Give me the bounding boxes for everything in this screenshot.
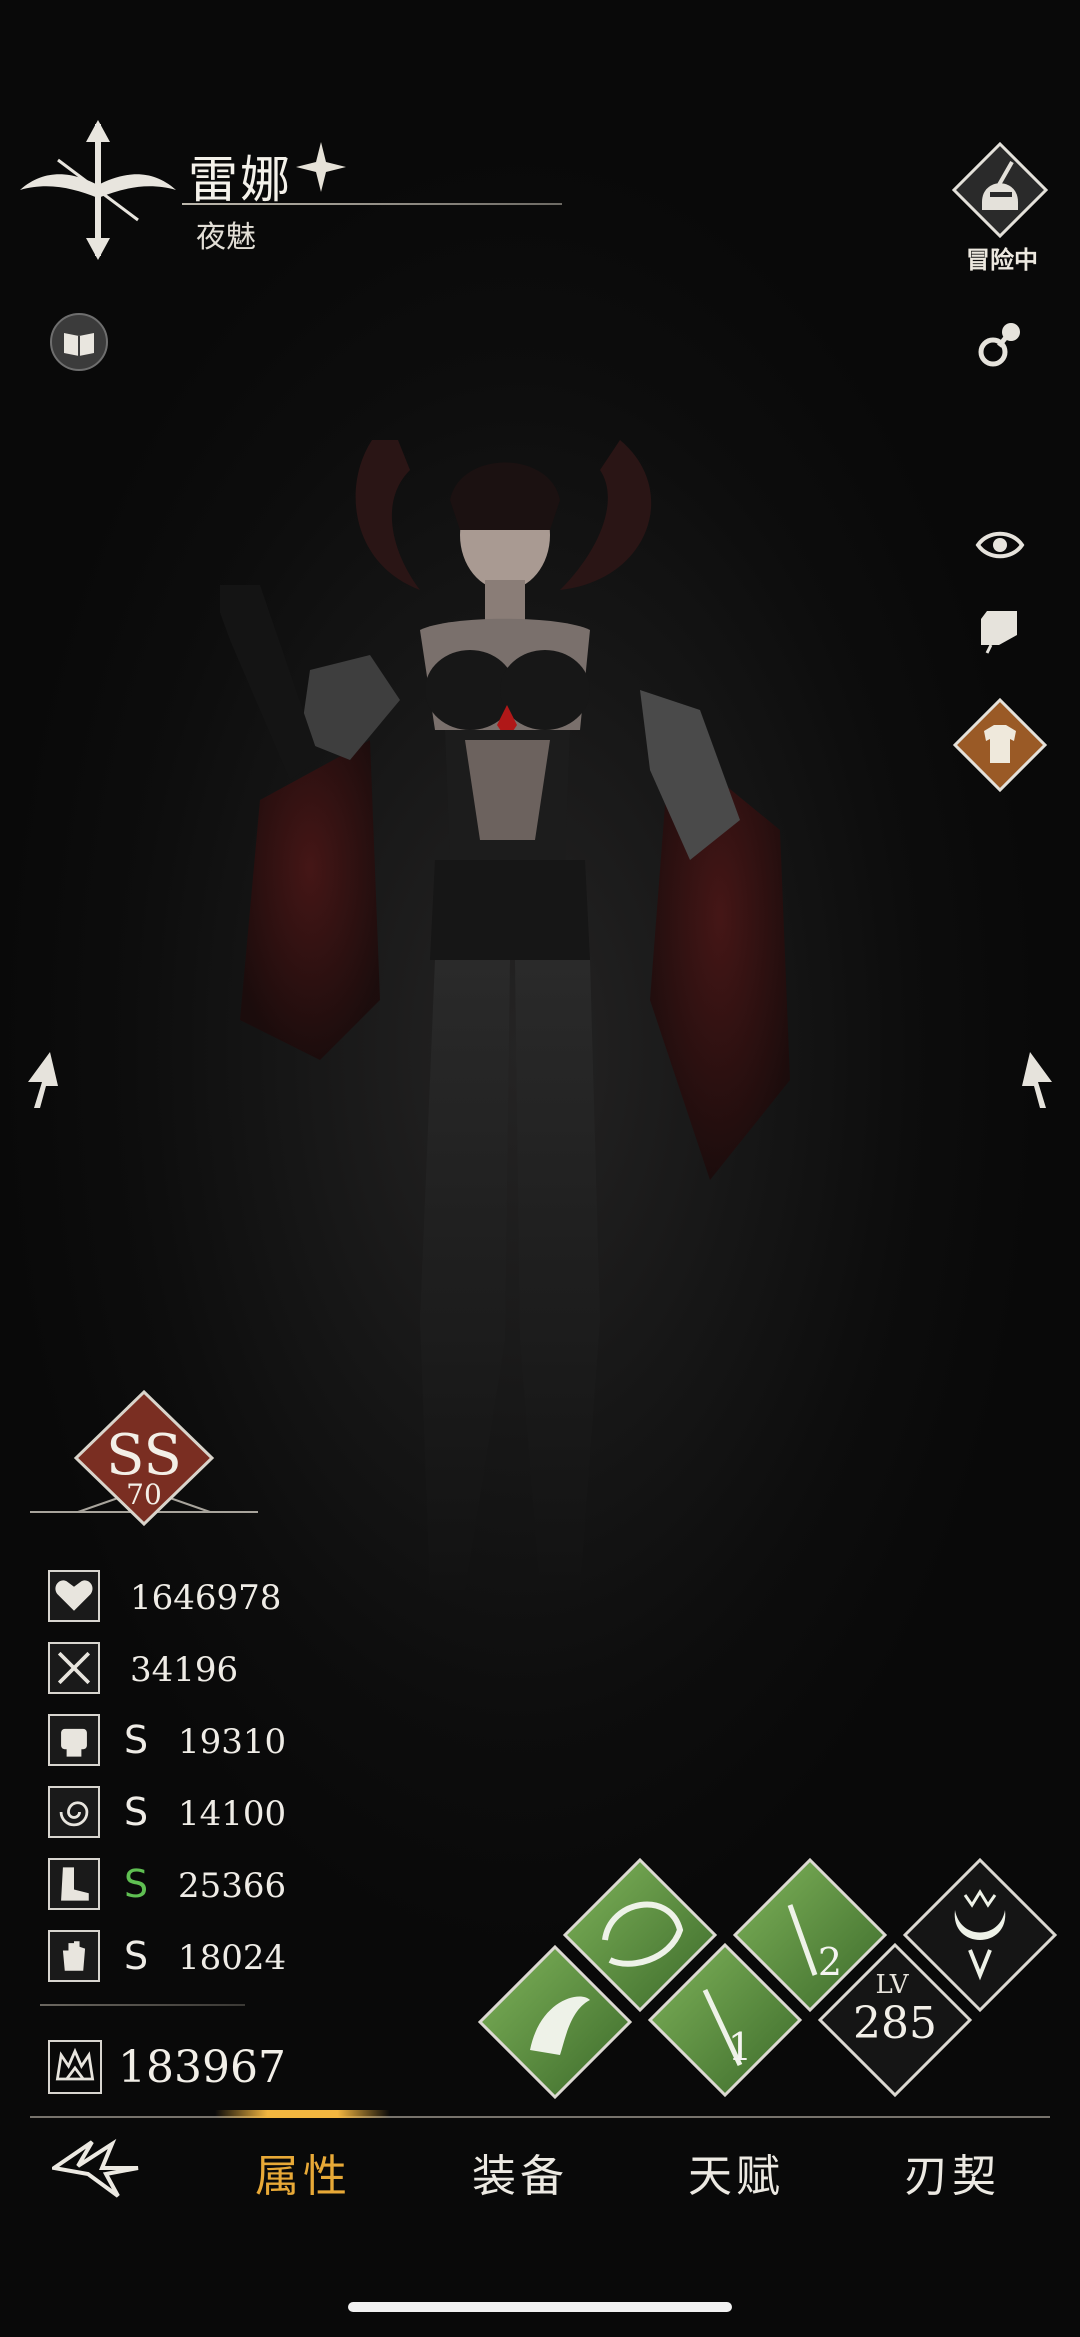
- stat-row-stamina: S 18024: [48, 1930, 348, 1986]
- previous-hero-arrow-icon[interactable]: [20, 1050, 64, 1110]
- name-underline-divider: [182, 203, 562, 205]
- combat-power-crown-icon: [48, 2040, 102, 2094]
- stat-grade: S: [124, 1934, 149, 1978]
- tab-equipment[interactable]: 装备: [472, 2140, 568, 2204]
- bottom-nav-divider: [30, 2116, 1050, 2118]
- tab-blade-pact[interactable]: 刃契: [904, 2140, 1000, 2204]
- level-value: 285: [853, 1998, 937, 2049]
- stat-value: 18024: [178, 1938, 287, 1978]
- hero-detail-screen: 雷娜 夜魅 冒险中 SS 70 1646978 34196 S 19310 S …: [0, 0, 1080, 2337]
- crossed-swords-icon: [48, 1642, 100, 1694]
- book-button[interactable]: [50, 313, 108, 371]
- tab-talents[interactable]: 天赋: [688, 2140, 784, 2204]
- book-icon: [64, 333, 94, 356]
- skill-slot-1-number: 1: [728, 2025, 752, 2069]
- stat-row-strength: S 19310: [48, 1714, 348, 1770]
- hero-name: 雷娜: [188, 151, 292, 209]
- outfit-shirt-icon[interactable]: [952, 697, 1048, 793]
- hand-icon: [48, 1930, 100, 1982]
- eraser-icon[interactable]: [977, 605, 1021, 655]
- rank-emblem: SS 70: [30, 1390, 258, 1527]
- stat-grade: S: [124, 1718, 149, 1762]
- knight-helmet-icon[interactable]: [952, 142, 1048, 238]
- heart-icon: [48, 1570, 100, 1622]
- sparkle-star-icon: [296, 142, 346, 192]
- skill-slots: 1 2: [477, 1857, 1058, 2100]
- fist-icon: [48, 1714, 100, 1766]
- stat-row-agility: S 25366: [48, 1858, 348, 1914]
- next-hero-arrow-icon[interactable]: [1016, 1050, 1060, 1110]
- hero-class: 夜魅: [196, 220, 256, 255]
- rank-grade-level: 70: [126, 1478, 162, 1511]
- stat-row-magic: S 14100: [48, 1786, 348, 1842]
- home-indicator-bar[interactable]: [348, 2302, 732, 2312]
- tab-attributes[interactable]: 属性: [255, 2140, 351, 2204]
- stat-grade: S: [124, 1862, 149, 1906]
- stat-row-hp: 1646978: [48, 1570, 348, 1626]
- combat-power-value: 183967: [118, 2042, 286, 2093]
- bow-class-emblem-icon: [20, 120, 176, 260]
- stats-divider: [40, 2004, 245, 2006]
- skill-slot-2-number: 2: [818, 1940, 842, 1984]
- stat-value: 25366: [178, 1866, 287, 1906]
- stat-value: 1646978: [130, 1578, 282, 1618]
- active-tab-indicator: [215, 2110, 390, 2118]
- hero-character-figure[interactable]: [220, 440, 820, 1740]
- eye-icon[interactable]: [975, 525, 1025, 565]
- stat-value: 14100: [178, 1794, 287, 1834]
- pacifier-icon[interactable]: [973, 318, 1027, 372]
- back-home-icon[interactable]: [52, 2138, 140, 2200]
- stat-value: 19310: [178, 1722, 287, 1762]
- level-label: LV: [875, 1970, 909, 2000]
- swirl-icon: [48, 1786, 100, 1838]
- boot-icon: [48, 1858, 100, 1910]
- stat-row-attack: 34196: [48, 1642, 348, 1698]
- stat-grade: S: [124, 1790, 149, 1834]
- adventure-status-label: 冒险中: [966, 246, 1038, 274]
- stat-value: 34196: [130, 1650, 239, 1690]
